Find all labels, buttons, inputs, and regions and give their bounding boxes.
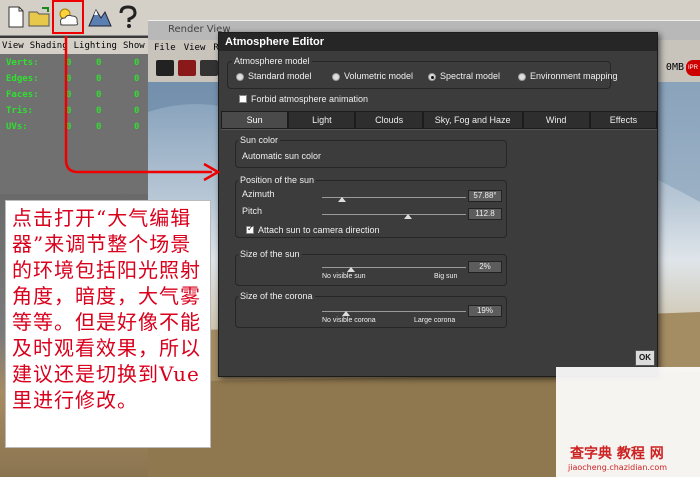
menu-shading[interactable]: Shading <box>30 41 68 51</box>
radio-standard-model[interactable] <box>236 73 244 81</box>
standard-model-label: Standard model <box>248 71 312 81</box>
render-region-icon[interactable] <box>178 60 196 76</box>
atmosphere-model-group: Atmosphere model Standard model Volumetr… <box>227 56 618 89</box>
pitch-label: Pitch <box>242 206 263 216</box>
sun-size-slider-track[interactable] <box>322 267 466 268</box>
environment-mapping-label: Environment mapping <box>530 71 618 81</box>
sun-size-slider-thumb[interactable] <box>346 267 355 272</box>
sun-color-label: Sun color <box>238 135 281 145</box>
tab-wind[interactable]: Wind <box>522 111 590 129</box>
tab-effects[interactable]: Effects <box>589 111 658 129</box>
site-watermark: 查字典 教程 网 jiaocheng.chazidian.com <box>556 367 700 477</box>
open-folder-icon[interactable] <box>26 3 54 31</box>
stat-tris: Tris: 0 0 0 <box>6 106 140 116</box>
atmosphere-model-label: Atmosphere model <box>232 56 312 66</box>
radio-spectral-model[interactable] <box>428 73 436 81</box>
volumetric-model-label: Volumetric model <box>344 71 414 81</box>
help-icon[interactable] <box>114 3 142 31</box>
sun-tab-panel: Sun color Automatic sun color Position o… <box>221 129 657 376</box>
menu-lighting[interactable]: Lighting <box>74 41 117 51</box>
watermark-url: jiaocheng.chazidian.com <box>568 463 668 472</box>
terrain-icon[interactable] <box>86 3 114 31</box>
corona-size-group: Size of the corona 19% No visible corona… <box>235 291 507 328</box>
spectral-model-label: Spectral model <box>440 71 501 81</box>
stat-uvs: UVs: 0 0 0 <box>6 122 140 132</box>
render-menu-file[interactable]: File <box>154 43 176 53</box>
corona-max-label: Large corona <box>414 317 456 324</box>
attach-sun-label: Attach sun to camera direction <box>258 225 380 235</box>
render-menu-view[interactable]: View <box>184 43 206 53</box>
ipr-button[interactable]: IPR <box>686 60 700 76</box>
snapshot-icon[interactable] <box>200 60 218 76</box>
corona-size-label: Size of the corona <box>238 291 315 301</box>
forbid-animation-checkbox[interactable] <box>239 95 247 103</box>
ok-button[interactable]: OK <box>635 350 655 366</box>
forbid-animation-label: Forbid atmosphere animation <box>251 94 369 104</box>
tab-light[interactable]: Light <box>288 111 356 129</box>
menu-show[interactable]: Show <box>123 41 145 51</box>
tab-bar: Sun Light Clouds Sky, Fog and Haze Wind … <box>221 111 658 129</box>
corona-min-label: No visible corona <box>322 317 376 324</box>
dialog-title: Atmosphere Editor <box>219 33 657 51</box>
sun-position-label: Position of the sun <box>238 175 317 185</box>
sun-color-group: Sun color Automatic sun color <box>235 135 507 168</box>
azimuth-label: Azimuth <box>242 189 275 199</box>
azimuth-value-field[interactable]: 57.88° <box>468 190 502 202</box>
radio-volumetric-model[interactable] <box>332 73 340 81</box>
atmosphere-editor-dialog: Atmosphere Editor Atmosphere model Stand… <box>218 32 658 377</box>
clapper-icon[interactable] <box>156 60 174 76</box>
menu-view[interactable]: View <box>2 41 24 51</box>
pitch-value-field[interactable]: 112.8 <box>468 208 502 220</box>
sun-color-value[interactable]: Automatic sun color <box>242 151 321 161</box>
corona-value-field[interactable]: 19% <box>468 305 502 317</box>
sun-position-group: Position of the sun Azimuth 57.88° Pitch… <box>235 175 507 238</box>
pitch-slider-track[interactable] <box>322 214 466 215</box>
annotation-text: 点击打开“大气编辑器”来调节整个场景的环境包括阳光照射角度，暗度，大气雾等等。但… <box>12 206 201 412</box>
annotation-note: 点击打开“大气编辑器”来调节整个场景的环境包括阳光照射角度，暗度，大气雾等等。但… <box>5 200 211 448</box>
tab-sun[interactable]: Sun <box>221 111 289 129</box>
sun-size-value-field[interactable]: 2% <box>468 261 502 273</box>
stat-faces: Faces: 0 0 0 <box>6 90 140 100</box>
highlight-box <box>52 0 84 34</box>
heads-up-stats: Verts: 0 0 0 Edges: 0 0 0 Faces: 0 0 0 T… <box>0 54 148 194</box>
sun-size-max-label: Big sun <box>434 273 458 280</box>
stat-edges: Edges: 0 0 0 <box>6 74 140 84</box>
attach-sun-checkbox[interactable] <box>246 224 254 234</box>
sun-size-min-label: No visible sun <box>322 273 366 280</box>
watermark-title: 查字典 教程 网 <box>570 446 664 462</box>
corona-slider-thumb[interactable] <box>342 311 351 316</box>
pitch-slider-thumb[interactable] <box>404 214 413 219</box>
sun-size-label: Size of the sun <box>238 249 302 259</box>
viewport-menubar: View Shading Lighting Show <box>0 38 148 54</box>
sun-size-group: Size of the sun 2% No visible sun Big su… <box>235 249 507 286</box>
tab-sky-fog-haze[interactable]: Sky, Fog and Haze <box>422 111 523 129</box>
radio-environment-mapping[interactable] <box>518 73 526 81</box>
tab-clouds[interactable]: Clouds <box>355 111 423 129</box>
azimuth-slider-thumb[interactable] <box>338 197 347 202</box>
stat-verts: Verts: 0 0 0 <box>6 58 140 68</box>
